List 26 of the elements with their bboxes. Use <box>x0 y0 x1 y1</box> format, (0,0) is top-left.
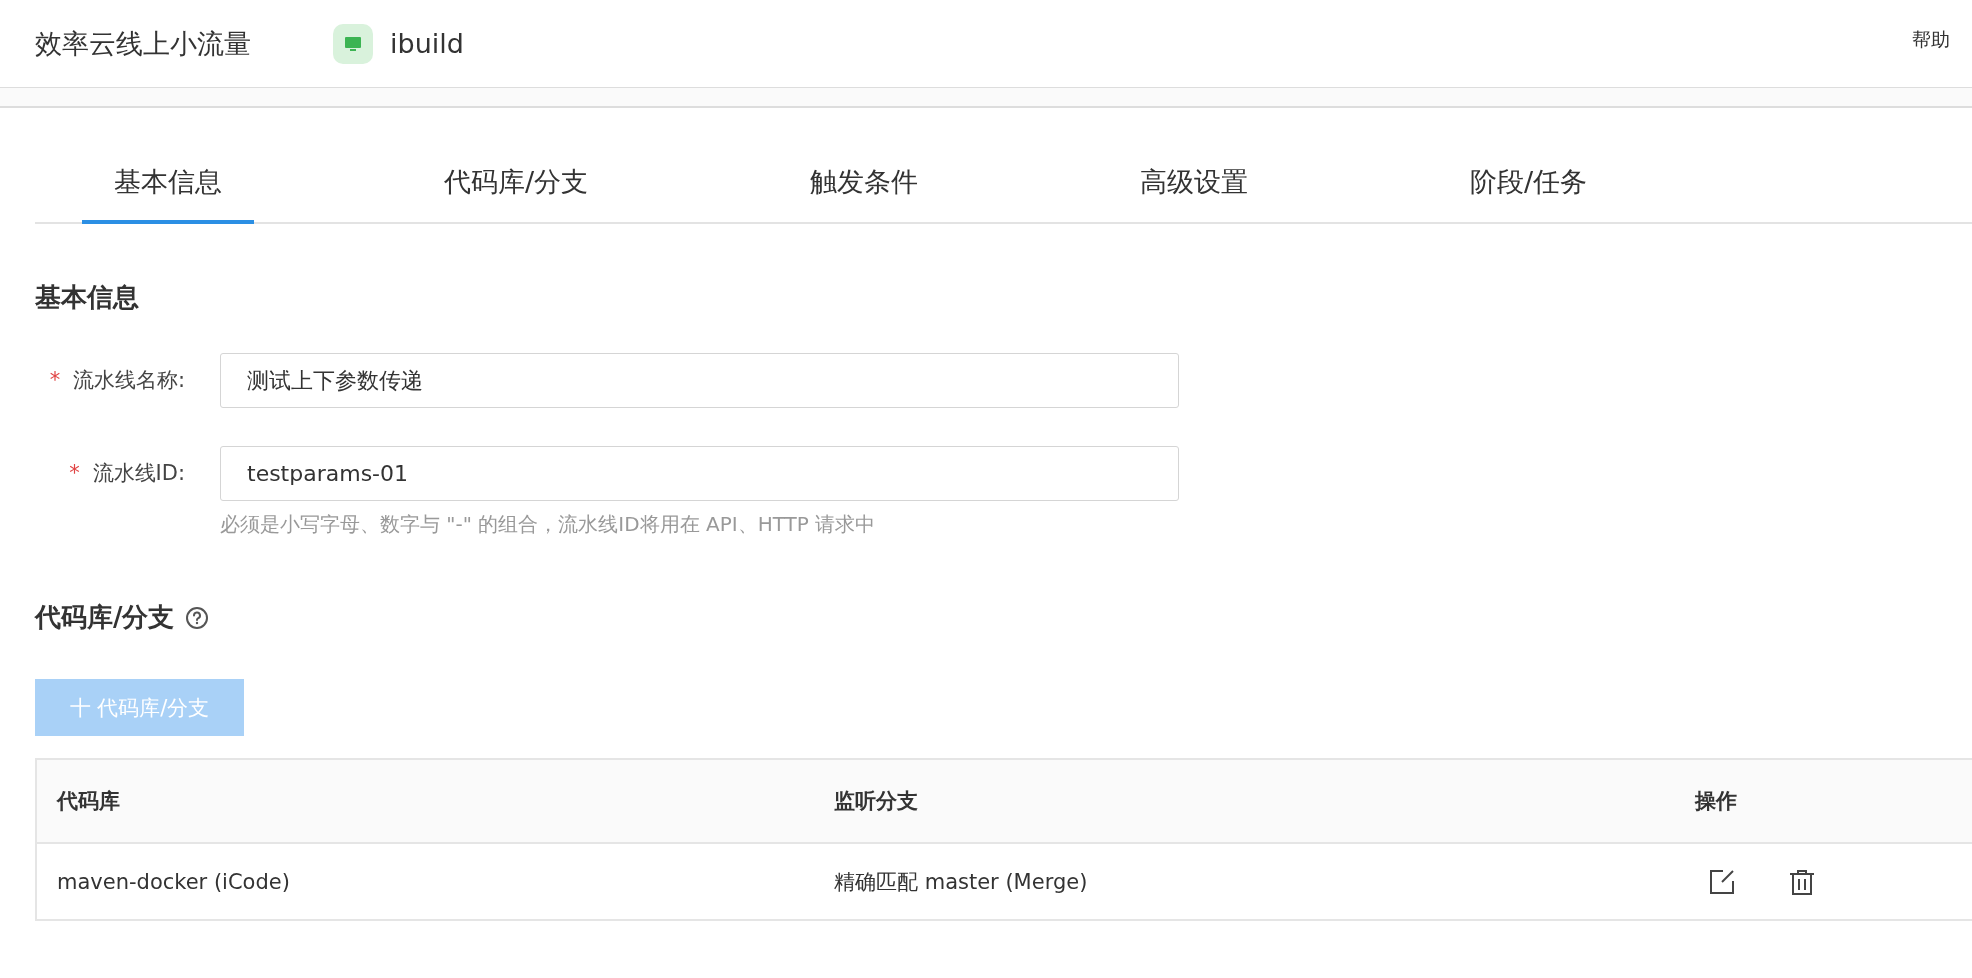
section-title: 基本信息 <box>35 281 140 314</box>
required-mark: * <box>49 368 61 392</box>
required-mark: * <box>69 461 80 485</box>
monitor-icon <box>333 23 373 64</box>
tab[interactable]: 基本信息 <box>82 154 254 224</box>
field-label: 流水线名称: <box>72 368 185 392</box>
edit-icon[interactable] <box>1709 868 1735 895</box>
field-hint: 必须是小写字母、数字与 "-" 的组合，流水线ID将用在 API、HTTP 请求中 <box>220 511 877 538</box>
trash-icon[interactable] <box>1789 868 1815 895</box>
input-field[interactable]: 测试上下参数传递 <box>220 353 1179 408</box>
help-link[interactable]: 帮助 <box>1912 26 1950 53</box>
tab[interactable]: 代码库/分支 <box>412 154 621 224</box>
input-field[interactable]: testparams-01 <box>220 446 1179 501</box>
column-header: 代码库 <box>57 788 121 815</box>
tab[interactable]: 阶段/任务 <box>1438 154 1620 224</box>
column-header: 监听分支 <box>834 788 919 815</box>
tab[interactable]: 触发条件 <box>778 154 951 224</box>
table-cell-text: maven-docker (iCode) <box>57 869 291 894</box>
project-title: 效率云线上小流量 <box>35 26 251 61</box>
field-label: 流水线ID: <box>92 461 185 485</box>
section-title: 代码库/分支 <box>35 601 175 634</box>
app-name: ibuild <box>390 28 464 59</box>
help-icon[interactable] <box>184 605 209 630</box>
tab[interactable]: 高级设置 <box>1108 154 1281 224</box>
table-cell-text: 精确匹配 master (Merge) <box>834 868 1089 896</box>
column-header: 操作 <box>1695 788 1737 815</box>
